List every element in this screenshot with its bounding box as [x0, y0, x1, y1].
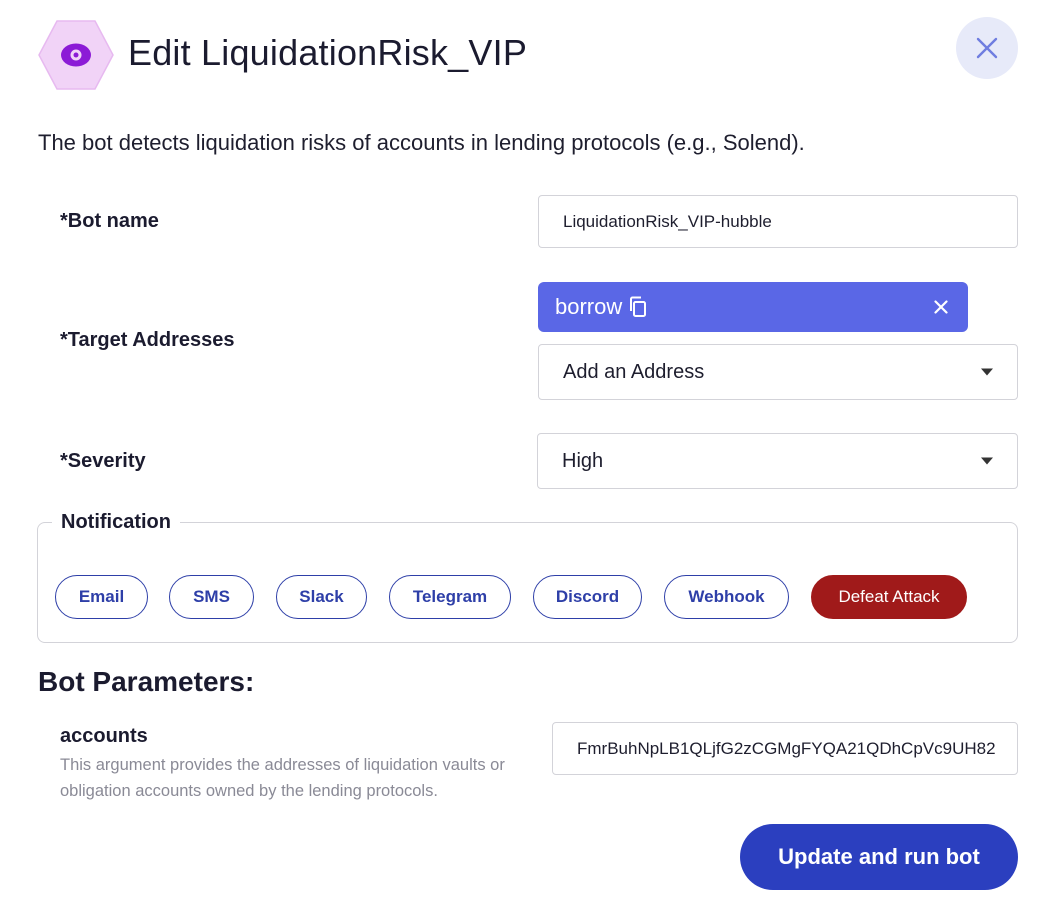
notification-legend: Notification — [52, 511, 180, 534]
severity-label: *Severity — [60, 450, 146, 472]
bot-description: The bot detects liquidation risks of acc… — [38, 130, 805, 155]
bot-name-label: *Bot name — [60, 210, 159, 232]
email-button[interactable]: Email — [55, 575, 148, 619]
address-chip-label: borrow — [555, 294, 623, 319]
discord-button[interactable]: Discord — [533, 575, 642, 619]
webhook-button[interactable]: Webhook — [664, 575, 789, 619]
target-addresses-label: *Target Addresses — [60, 329, 235, 351]
accounts-input[interactable]: FmrBuhNpLB1QLjfG2zCGMgFYQA21QDhCpVc9UH82 — [552, 722, 1018, 775]
remove-chip-icon[interactable] — [934, 300, 948, 314]
defeat-attack-button[interactable]: Defeat Attack — [811, 575, 967, 619]
address-chip[interactable]: borrow — [538, 282, 968, 332]
add-address-placeholder: Add an Address — [563, 360, 705, 383]
bot-name-input[interactable]: LiquidationRisk_VIP-hubble — [538, 195, 1018, 248]
chevron-down-icon — [981, 368, 993, 376]
param-description-accounts: This argument provides the addresses of … — [60, 756, 505, 800]
slack-button[interactable]: Slack — [276, 575, 367, 619]
chevron-down-icon — [981, 457, 993, 465]
page-title: Edit LiquidationRisk_VIP — [128, 32, 528, 73]
add-address-select[interactable]: Add an Address — [538, 344, 1018, 400]
bot-avatar — [38, 20, 114, 90]
update-and-run-button[interactable]: Update and run bot — [740, 824, 1018, 890]
copy-icon[interactable] — [628, 296, 648, 318]
param-name-accounts: accounts — [60, 725, 148, 747]
telegram-button[interactable]: Telegram — [389, 575, 511, 619]
eye-icon — [38, 20, 114, 90]
close-button[interactable] — [956, 17, 1018, 79]
sms-button[interactable]: SMS — [169, 575, 254, 619]
severity-value: High — [562, 449, 604, 472]
close-icon — [976, 37, 998, 59]
bot-parameters-title: Bot Parameters: — [38, 666, 255, 697]
severity-select[interactable]: High — [537, 433, 1018, 489]
